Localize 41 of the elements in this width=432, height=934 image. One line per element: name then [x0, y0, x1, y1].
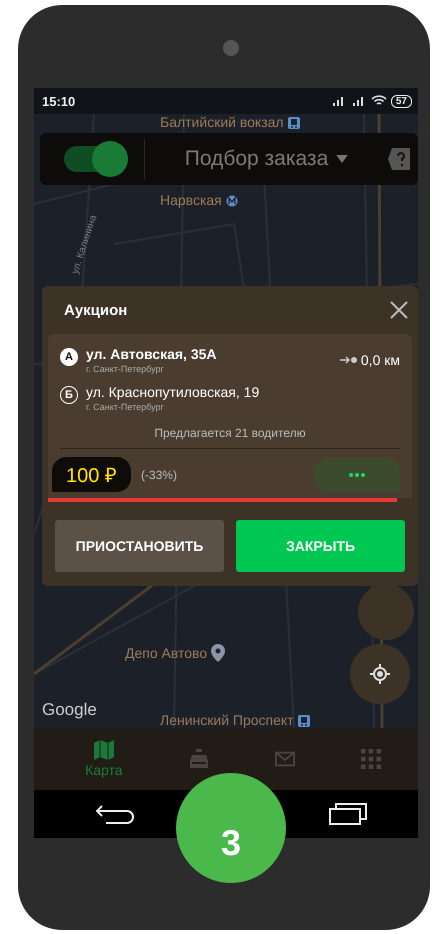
- place-label: Ленинский Проспект: [160, 712, 294, 729]
- stop-marker: А: [60, 348, 78, 366]
- place-label: Нарвская: [160, 192, 222, 209]
- wifi-icon: [370, 95, 387, 107]
- offered-text: Предлагается 21 водителю: [60, 422, 400, 449]
- camera-dot: [223, 40, 239, 56]
- city-text: г. Санкт-Петербург: [86, 364, 165, 374]
- place-label: Балтийский вокзал: [160, 114, 284, 131]
- arrow-to-dot-icon: [340, 356, 358, 364]
- grid-icon: [360, 749, 381, 769]
- nav-tab[interactable]: [188, 749, 209, 769]
- help-icon[interactable]: [388, 148, 410, 170]
- toggle-switch[interactable]: [64, 141, 128, 177]
- price-badge: 100 ₽: [52, 457, 131, 492]
- city-text: г. Санкт-Петербург: [86, 402, 165, 412]
- address-text: ул. Краснопутиловская, 19: [86, 384, 260, 400]
- close-icon[interactable]: [390, 301, 408, 319]
- battery-level: 57: [390, 94, 412, 108]
- caret-icon: [336, 155, 348, 163]
- map-pin-icon: [211, 644, 226, 662]
- nav-tab[interactable]: [360, 749, 381, 769]
- order-mode-dropdown[interactable]: Подбор заказа: [145, 147, 388, 171]
- distance-text: 0,0 км: [360, 352, 400, 368]
- place-label: Депо Автово: [125, 644, 208, 662]
- map-icon: [94, 740, 114, 760]
- stop-marker: Б: [60, 386, 78, 404]
- nav-tab[interactable]: [274, 749, 295, 769]
- address-text: ул. Автовская, 35А: [86, 346, 218, 362]
- dialog-title: Аукцион: [64, 302, 128, 318]
- taxi-icon: [188, 749, 209, 769]
- train-icon: [288, 116, 300, 128]
- map-attribution: Google: [42, 700, 97, 720]
- locate-icon: [370, 664, 390, 684]
- status-time: 15:10: [42, 94, 76, 108]
- mail-icon: [274, 749, 295, 769]
- metro-icon: [226, 194, 238, 206]
- discount-text: (-33%): [140, 468, 178, 482]
- dots-icon: [349, 472, 365, 476]
- pause-button[interactable]: ПРИОСТАНОВИТЬ: [55, 520, 224, 572]
- recent-apps-icon[interactable]: [328, 802, 368, 826]
- nav-tab[interactable]: Карта: [85, 740, 123, 778]
